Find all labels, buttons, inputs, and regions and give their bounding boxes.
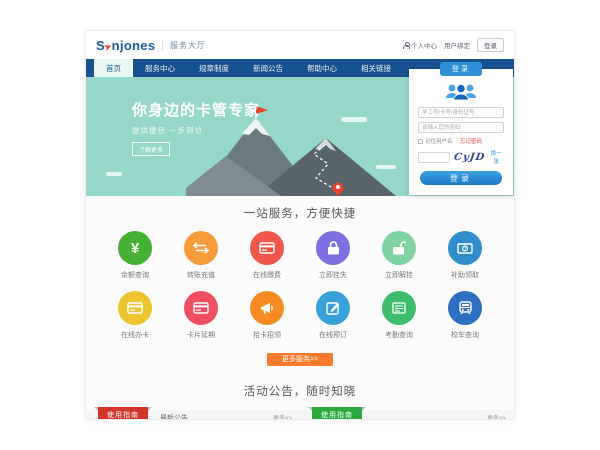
services-section: 一站服务，方便快捷 ¥ 余额查询 转账充值 在线缴费 立即挂失 立即解挂 [86,196,514,366]
person-icon [403,42,409,48]
row-separator: | [456,138,457,144]
header-divider: | [161,40,164,51]
tab-usage-guide-right[interactable]: 使用指南 [312,407,362,420]
forgot-password-link[interactable]: 忘记密码 [460,137,482,145]
captcha-image[interactable]: CyJD [453,152,486,163]
unlock-icon [392,241,406,255]
hero-subtitle: 提供捷径 一步到位 [132,125,260,136]
edit-pen-icon [326,301,340,315]
service-label: 余额查询 [102,270,168,280]
transfer-arrows-icon [193,242,209,254]
service-cancel-loss[interactable]: 立即解挂 [366,231,432,280]
account-input[interactable] [418,107,504,118]
service-found-card-claim[interactable]: 拾卡招领 [234,291,300,340]
service-transfer-recharge[interactable]: 转账充值 [168,231,234,280]
card-icon [127,302,143,314]
service-label: 立即挂失 [300,270,366,280]
right-more-link[interactable]: 更多>> [487,413,506,420]
cloud-shape [106,172,122,176]
announcements-title: 活动公告，随时知晓 [86,383,514,399]
remember-label: 记住用户名 [425,137,453,145]
more-services-button[interactable]: 更多服务>> [267,353,333,366]
bus-icon [459,301,472,315]
login-tab[interactable]: 登录 [440,62,482,76]
tab-usage-guide-left[interactable]: 使用指南 [98,407,148,420]
login-panel: 登录 记住用户名 | 忘记密码 CyJD 换一张 登录 [409,69,513,195]
service-online-booking[interactable]: 在线预订 [300,291,366,340]
service-label: 考勤查询 [366,330,432,340]
svg-text:1: 1 [464,246,467,252]
remember-checkbox[interactable] [418,139,423,144]
service-label: 立即解挂 [366,270,432,280]
service-card-extension[interactable]: 卡片延期 [168,291,234,340]
list-icon [392,302,406,314]
service-label: 校车查询 [432,330,498,340]
hero-title: 你身边的卡管专家 [132,99,260,120]
service-label: 在线预订 [300,330,366,340]
left-panel: 使用指南 最新公告 更多>> [86,410,300,420]
service-school-bus-inquiry[interactable]: 校车查询 [432,291,498,340]
service-attendance-inquiry[interactable]: 考勤查询 [366,291,432,340]
yen-icon: ¥ [131,241,139,256]
header-login-button[interactable]: 登录 [477,38,504,52]
user-binding-link[interactable]: 用户绑定 [444,40,470,50]
brand-logo[interactable]: S➤njones [96,38,155,53]
service-balance-inquiry[interactable]: ¥ 余额查询 [102,231,168,280]
service-online-card-apply[interactable]: 在线办卡 [102,291,168,340]
lock-icon [327,241,340,255]
password-input[interactable] [418,122,504,133]
megaphone-icon [260,302,275,315]
service-label: 在线办卡 [102,330,168,340]
captcha-refresh-link[interactable]: 换一张 [488,149,504,165]
service-label: 在线缴费 [234,270,300,280]
card-icon [193,302,209,314]
bank-card-icon [259,242,275,254]
service-label: 卡片延期 [168,330,234,340]
nav-item-help[interactable]: 帮助中心 [295,59,349,77]
services-grid: ¥ 余额查询 转账充值 在线缴费 立即挂失 立即解挂 1 补助领取 [102,231,498,340]
login-submit-button[interactable]: 登录 [420,171,502,185]
tab-latest-announcements[interactable]: 最新公告 [160,413,188,421]
nav-item-rules[interactable]: 规章制度 [187,59,241,77]
service-subsidy-collect[interactable]: 1 补助领取 [432,231,498,280]
site-page: S➤njones | 服务大厅 个人中心 用户绑定 登录 首页 服务中心 规章制… [85,30,515,420]
nav-item-service-center[interactable]: 服务中心 [133,59,187,77]
users-group-icon [443,83,479,102]
service-label: 补助领取 [432,270,498,280]
right-panel: 使用指南 更多>> [300,410,514,420]
nav-item-home[interactable]: 首页 [94,59,133,77]
announcements-section: 活动公告，随时知晓 使用指南 最新公告 更多>> 使用指南 更多>> [86,366,514,420]
announcements-tabstrip: 使用指南 最新公告 更多>> 使用指南 更多>> [86,410,514,420]
services-title: 一站服务，方便快捷 [86,205,514,221]
nav-item-links[interactable]: 相关链接 [349,59,403,77]
captcha-input[interactable] [418,152,450,163]
top-header: S➤njones | 服务大厅 个人中心 用户绑定 登录 [86,31,514,59]
nav-item-news[interactable]: 新闻公告 [241,59,295,77]
service-report-loss[interactable]: 立即挂失 [300,231,366,280]
banknote-icon: 1 [457,243,473,254]
product-name: 服务大厅 [170,40,206,51]
hero-cta-button[interactable]: 了解更多 [132,142,170,156]
service-label: 拾卡招领 [234,330,300,340]
service-online-payment[interactable]: 在线缴费 [234,231,300,280]
left-more-link[interactable]: 更多>> [273,413,292,420]
service-label: 转账充值 [168,270,234,280]
personal-center-link[interactable]: 个人中心 [403,40,437,50]
